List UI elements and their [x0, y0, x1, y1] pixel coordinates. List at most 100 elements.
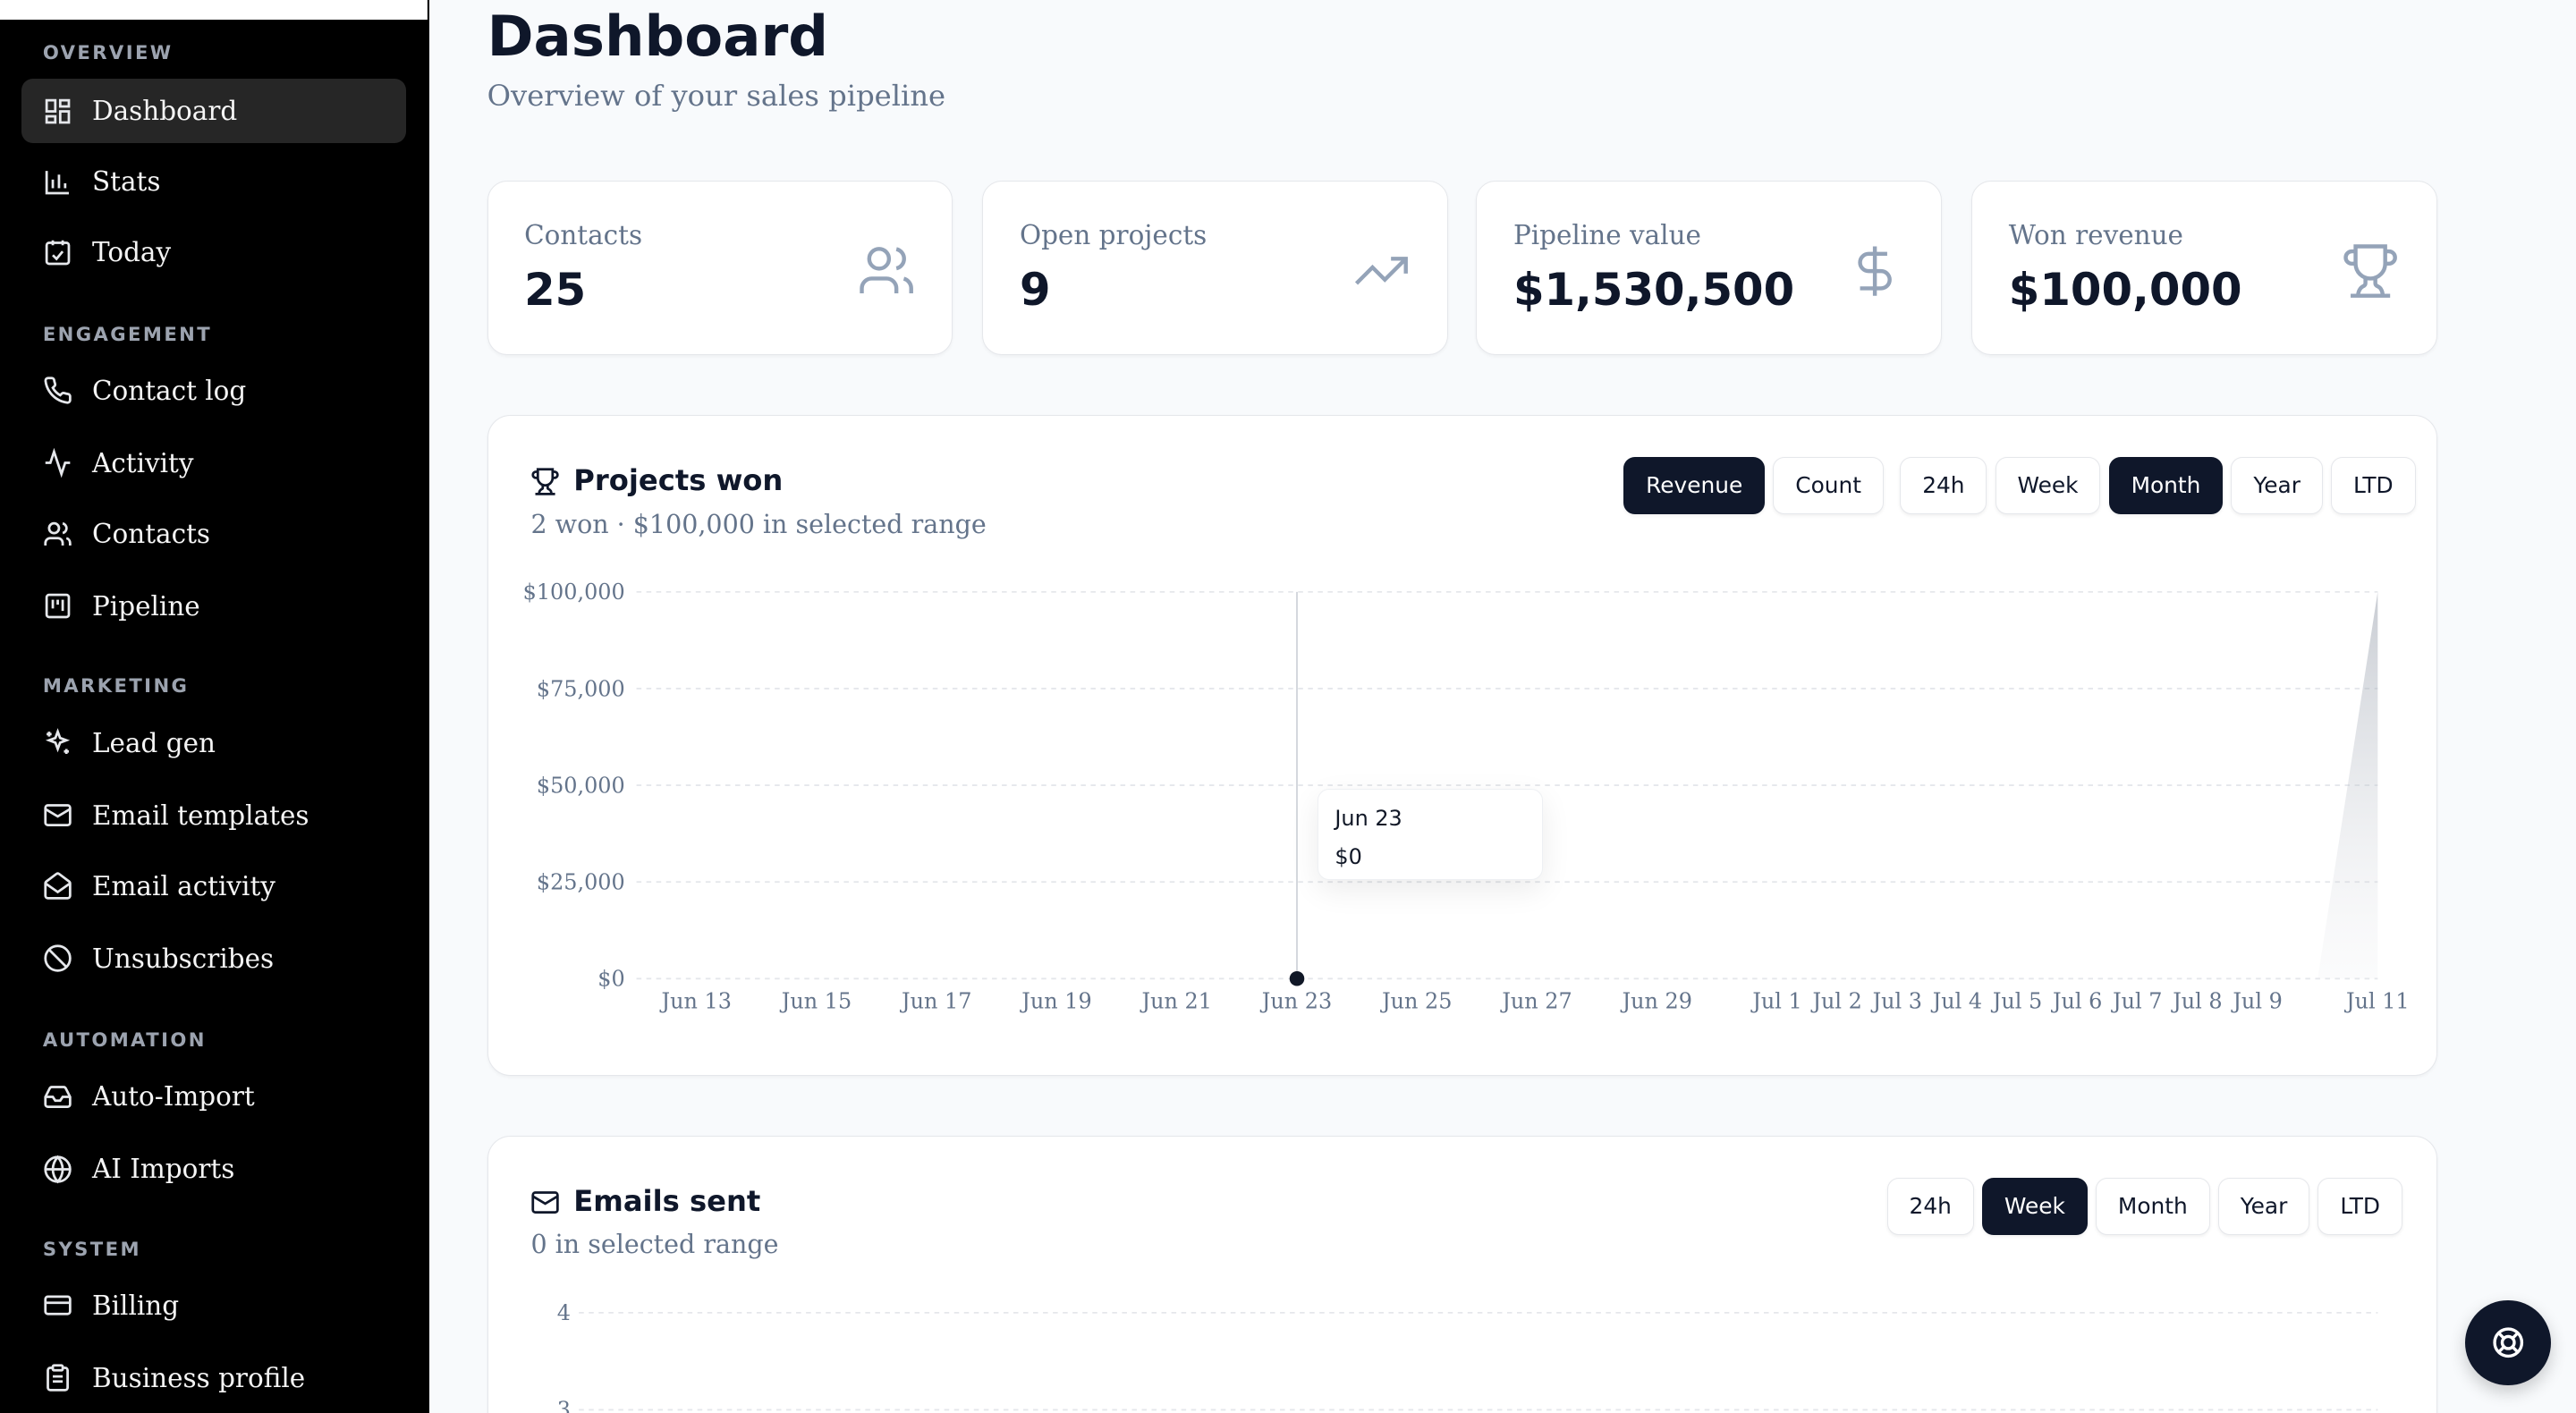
stat-card-contacts: Contacts 25	[487, 181, 953, 356]
clipboard-icon	[43, 1363, 72, 1392]
sidebar-item-label: Billing	[92, 1290, 180, 1322]
kanban-icon	[43, 591, 72, 621]
stat-value: $100,000	[2008, 264, 2242, 317]
users-icon	[43, 520, 72, 549]
activity-icon	[43, 448, 72, 478]
y-tick-label: $50,000	[536, 773, 624, 798]
bar-chart-icon	[43, 167, 72, 197]
layout-dashboard-icon	[43, 97, 72, 126]
x-tick-label: Jun 27	[1500, 988, 1572, 1013]
sidebar-item-label: Contacts	[92, 519, 211, 550]
x-tick-label: Jun 13	[659, 988, 731, 1013]
sidebar: OVERVIEW Dashboard Stats Today ENGAGEMEN…	[0, 0, 430, 1413]
y-tick-label: $100,000	[522, 580, 624, 605]
mail-open-icon	[43, 871, 72, 901]
sidebar-item-billing[interactable]: Billing	[21, 1273, 407, 1338]
y-tick-label: $0	[597, 966, 624, 991]
stat-card-open-projects: Open projects 9	[982, 181, 1449, 356]
sparkles-icon	[43, 728, 72, 757]
page-title: Dashboard	[487, 3, 829, 69]
stat-value: 25	[524, 264, 587, 317]
y-tick-label: $75,000	[536, 676, 624, 701]
sidebar-item-label: Business profile	[92, 1362, 306, 1393]
ban-icon	[43, 943, 72, 973]
sidebar-section-engagement: ENGAGEMENT	[42, 322, 213, 345]
sidebar-item-label: Pipeline	[92, 591, 200, 622]
sidebar-item-contacts[interactable]: Contacts	[21, 502, 407, 566]
trophy-icon	[2341, 241, 2400, 300]
sidebar-item-today[interactable]: Today	[21, 221, 407, 285]
stat-card-pipeline-value: Pipeline value $1,530,500	[1476, 181, 1943, 356]
sidebar-item-label: Email templates	[92, 800, 309, 831]
projects-won-card: Projects won 2 won · $100,000 in selecte…	[487, 414, 2438, 1078]
stat-value: $1,530,500	[1513, 264, 1795, 317]
sidebar-item-label: Lead gen	[92, 727, 216, 758]
x-tick-label: Jun 15	[779, 988, 851, 1013]
sidebar-item-unsubscribes[interactable]: Unsubscribes	[21, 926, 407, 991]
mail-icon	[43, 800, 72, 830]
sidebar-section-marketing: MARKETING	[42, 674, 190, 698]
globe-icon	[43, 1155, 72, 1184]
x-tick-label: Jun 25	[1380, 988, 1452, 1013]
emails-sent-chart[interactable]: 34	[488, 1137, 2438, 1413]
sidebar-item-label: Contact log	[92, 375, 247, 406]
sidebar-item-label: AI Imports	[92, 1154, 235, 1185]
sidebar-section-overview: OVERVIEW	[42, 41, 174, 63]
dollar-icon	[1845, 241, 1904, 300]
sidebar-item-label: Stats	[92, 166, 161, 198]
emails-sent-card: Emails sent 0 in selected range 24h Week…	[487, 1135, 2438, 1413]
sidebar-item-activity[interactable]: Activity	[21, 431, 407, 495]
y-tick-label: 3	[556, 1397, 570, 1413]
y-tick-label: $25,000	[536, 869, 624, 894]
phone-icon	[43, 376, 72, 405]
sidebar-item-label: Unsubscribes	[92, 943, 275, 974]
sidebar-item-auto-import[interactable]: Auto-Import	[21, 1064, 407, 1129]
x-tick-label: Jul 11	[2344, 988, 2410, 1013]
sidebar-item-stats[interactable]: Stats	[21, 149, 407, 214]
sidebar-item-label: Email activity	[92, 870, 275, 901]
x-tick-label: Jul 8	[2171, 988, 2222, 1013]
sidebar-section-automation: AUTOMATION	[42, 1028, 207, 1051]
users-icon	[857, 241, 916, 300]
life-buoy-icon	[2493, 1327, 2524, 1358]
x-tick-label: Jul 9	[2231, 988, 2282, 1013]
sidebar-item-dashboard[interactable]: Dashboard	[21, 79, 407, 144]
x-tick-label: Jul 5	[1990, 988, 2041, 1013]
x-tick-label: Jul 1	[1750, 988, 1801, 1013]
x-tick-label: Jul 4	[1930, 988, 1981, 1013]
sidebar-item-label: Auto-Import	[92, 1081, 255, 1113]
tooltip-date: Jun 23	[1335, 806, 1402, 832]
inbox-icon	[43, 1082, 72, 1112]
x-tick-label: Jun 29	[1620, 988, 1691, 1013]
help-button[interactable]	[2465, 1299, 2551, 1386]
stat-label: Pipeline value	[1513, 219, 1701, 250]
sidebar-section-system: SYSTEM	[42, 1237, 141, 1260]
stat-value: 9	[1019, 264, 1051, 317]
sidebar-item-email-templates[interactable]: Email templates	[21, 783, 407, 848]
stat-label: Open projects	[1019, 219, 1208, 250]
sidebar-item-pipeline[interactable]: Pipeline	[21, 574, 407, 639]
sidebar-item-ai-imports[interactable]: AI Imports	[21, 1137, 407, 1201]
sidebar-item-label: Activity	[92, 447, 194, 478]
projects-won-chart[interactable]: $0 $25,000 $50,000 $75,000 $100,000 Jun 13 Jun…	[488, 416, 2438, 1078]
tooltip-value: $0	[1335, 843, 1362, 869]
stat-card-won-revenue: Won revenue $100,000	[1971, 181, 2438, 356]
sidebar-top-strip	[0, 0, 428, 21]
x-tick-label: Jul 7	[2111, 988, 2162, 1013]
hover-point	[1289, 970, 1304, 986]
stat-label: Won revenue	[2008, 219, 2183, 250]
x-tick-label: Jun 21	[1140, 988, 1211, 1013]
y-tick-label: 4	[556, 1300, 570, 1325]
x-tick-label: Jul 3	[1870, 988, 1921, 1013]
x-tick-label: Jun 17	[900, 988, 971, 1013]
stat-label: Contacts	[524, 219, 643, 250]
credit-card-icon	[43, 1290, 72, 1320]
sidebar-item-label: Today	[92, 237, 172, 268]
main-content: Dashboard Overview of your sales pipelin…	[429, 0, 2575, 1413]
sidebar-item-email-activity[interactable]: Email activity	[21, 854, 407, 918]
chart-tooltip: Jun 23 $0	[1317, 789, 1544, 880]
sidebar-item-business-profile[interactable]: Business profile	[21, 1346, 407, 1410]
sidebar-item-lead-gen[interactable]: Lead gen	[21, 711, 407, 775]
sidebar-item-contact-log[interactable]: Contact log	[21, 359, 407, 423]
x-tick-label: Jun 23	[1259, 988, 1331, 1013]
